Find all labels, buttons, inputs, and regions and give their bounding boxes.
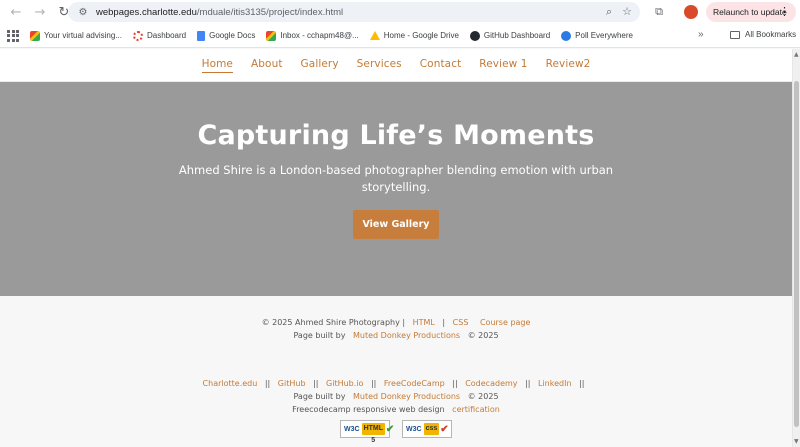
menu-kebab-icon[interactable]: ⋮ (779, 5, 790, 18)
linkedin-link[interactable]: LinkedIn (538, 379, 572, 388)
scroll-down-arrow-icon[interactable]: ▼ (794, 438, 799, 445)
muted-donkey-link[interactable]: Muted Donkey Productions (353, 331, 460, 340)
canvas-icon (132, 30, 143, 41)
url-text: webpages.charlotte.edu/mduale/itis3135/p… (96, 6, 344, 18)
footer-secondary: Charlotte.edu || GitHub || GitHub.io || … (0, 377, 792, 444)
relaunch-button[interactable]: Relaunch to update ⋮ (706, 2, 796, 22)
bookmark-inbox[interactable]: Inbox - cchapm48@... (266, 30, 359, 41)
more-bookmarks-chevron-icon[interactable]: » (698, 29, 704, 40)
google-drive-icon (369, 31, 380, 40)
nav-gallery[interactable]: Gallery (301, 58, 339, 72)
view-gallery-button[interactable]: View Gallery (353, 210, 439, 239)
bookmark-google-drive[interactable]: Home - Google Drive (369, 31, 459, 40)
built-by-text: Page built by (293, 331, 346, 340)
scroll-up-arrow-icon[interactable]: ▲ (794, 51, 799, 58)
checkmark-icon: ✔ (440, 423, 449, 435)
w3c-css-badge[interactable]: W3C css ✔ (402, 420, 452, 438)
checkmark-icon: ✔ (385, 423, 395, 435)
bookmark-google-docs[interactable]: Google Docs (197, 30, 255, 41)
bookmark-dashboard[interactable]: Dashboard (132, 30, 186, 41)
zoom-search-icon[interactable]: ⌕ (606, 5, 612, 19)
address-bar[interactable]: ⚙ webpages.charlotte.edu/mduale/itis3135… (68, 2, 640, 22)
page-scrollbar[interactable]: ▲ ▼ (792, 49, 800, 447)
certification-link[interactable]: certification (452, 405, 500, 414)
profile-avatar[interactable] (684, 5, 698, 19)
gmail-icon (266, 30, 277, 41)
css-validator-link[interactable]: CSS (453, 318, 469, 327)
hero-section: Capturing Life’s Moments Ahmed Shire is … (0, 82, 792, 296)
nav-review-2[interactable]: Review2 (546, 58, 591, 72)
footer: © 2025 Ahmed Shire Photography | HTML | … (0, 316, 792, 444)
browser-toolbar: ← → ↻ ⚙ webpages.charlotte.edu/mduale/it… (0, 0, 800, 24)
github-icon (469, 30, 480, 41)
site-info-icon[interactable]: ⚙ (76, 5, 90, 19)
hero-title: Capturing Life’s Moments (197, 120, 595, 151)
nav-services[interactable]: Services (357, 58, 402, 72)
github-link[interactable]: GitHub (278, 379, 306, 388)
html-validator-link[interactable]: HTML (413, 318, 435, 327)
fcc-text: Freecodecamp responsive web design (292, 405, 445, 414)
bookmarks-bar: Your virtual advising... Dashboard Googl… (0, 24, 800, 48)
footer-year-2: © 2025 (467, 392, 499, 401)
validator-badges: W3C HTML 5 ✔ W3C css ✔ (0, 420, 792, 444)
bookmark-poll-everywhere[interactable]: Poll Everywhere (561, 30, 633, 41)
web-page: Home About Gallery Services Contact Revi… (0, 49, 792, 447)
bookmark-virtual-advising[interactable]: Your virtual advising... (30, 30, 122, 41)
nav-contact[interactable]: Contact (420, 58, 462, 72)
hero-subtitle: Ahmed Shire is a London-based photograph… (178, 163, 614, 194)
built-by-text-2: Page built by (293, 392, 346, 401)
nav-home[interactable]: Home (201, 58, 233, 73)
folder-icon (730, 30, 740, 39)
charlotte-edu-link[interactable]: Charlotte.edu (203, 379, 258, 388)
scrollbar-thumb[interactable] (794, 81, 799, 427)
back-arrow-icon[interactable]: ← (6, 2, 26, 22)
all-bookmarks-button[interactable]: All Bookmarks (730, 30, 796, 39)
bookmark-star-icon[interactable]: ☆ (622, 5, 632, 19)
github-io-link[interactable]: GitHub.io (326, 379, 363, 388)
nav-review-1[interactable]: Review 1 (479, 58, 527, 72)
apps-grid-icon[interactable] (6, 29, 20, 43)
muted-donkey-link-2[interactable]: Muted Donkey Productions (353, 392, 460, 401)
codecademy-link[interactable]: Codecademy (465, 379, 517, 388)
google-docs-icon (197, 30, 206, 41)
site-nav: Home About Gallery Services Contact Revi… (0, 49, 792, 82)
poll-everywhere-icon (561, 30, 572, 41)
nav-about[interactable]: About (251, 58, 283, 72)
freecodecamp-link[interactable]: FreeCodeCamp (384, 379, 445, 388)
forward-arrow-icon[interactable]: → (30, 2, 50, 22)
extensions-icon[interactable]: ⧉ (650, 3, 668, 21)
bookmark-github-dashboard[interactable]: GitHub Dashboard (469, 30, 550, 41)
course-page-link[interactable]: Course page (480, 318, 530, 327)
relaunch-label: Relaunch to update (713, 7, 787, 17)
copyright-text: © 2025 Ahmed Shire Photography | (261, 318, 406, 327)
footer-year: © 2025 (467, 331, 499, 340)
footer-primary: © 2025 Ahmed Shire Photography | HTML | … (261, 318, 531, 340)
w3c-html5-badge[interactable]: W3C HTML 5 ✔ (340, 420, 394, 444)
gmail-icon (30, 30, 40, 41)
